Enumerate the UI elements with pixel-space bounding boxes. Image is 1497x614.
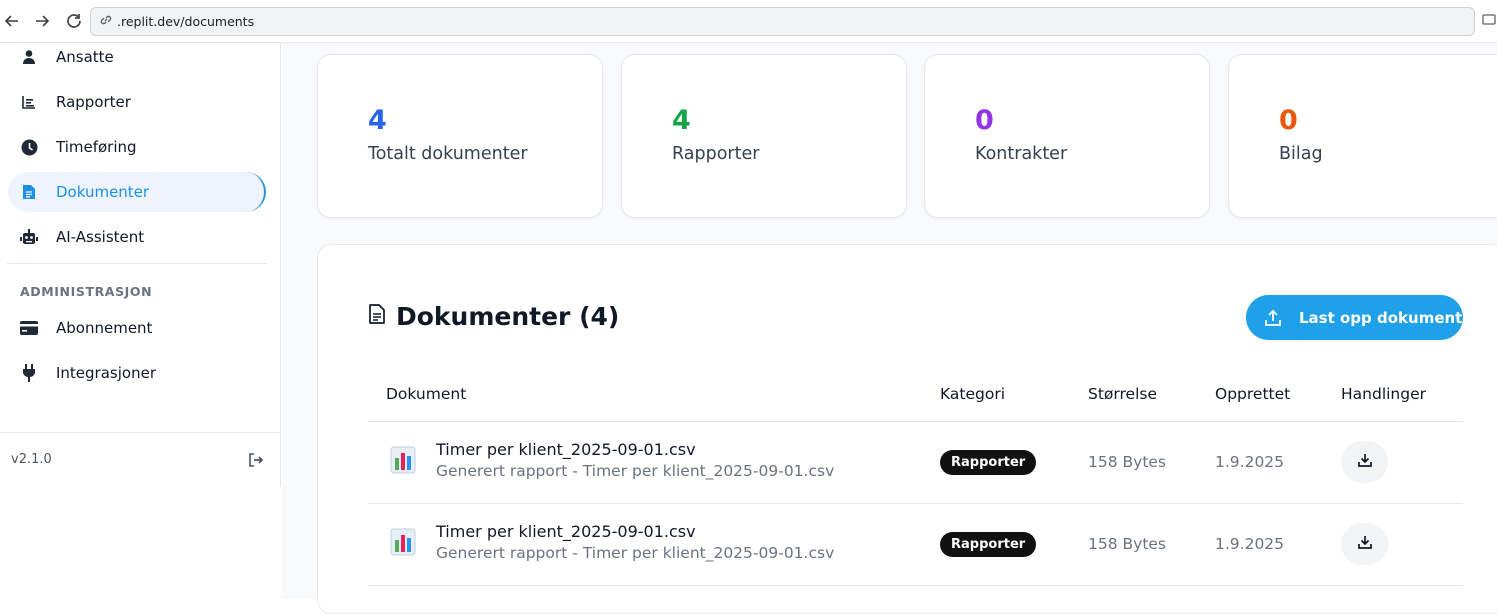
sidebar-item-ai-assistent[interactable]: AI-Assistent [8, 217, 266, 257]
document-name[interactable]: Timer per klient_2025-09-01.csv [436, 440, 696, 459]
upload-button-label: Last opp dokument [1299, 308, 1463, 327]
sidebar-footer-divider [0, 432, 281, 433]
sidebar-item-label: Rapporter [56, 93, 131, 111]
url-text: .replit.dev/documents [117, 14, 255, 29]
sidebar: Ansatte Rapporter Timeføring Dokumenter … [0, 43, 281, 487]
stat-card-bilag: 0 Bilag [1228, 54, 1497, 218]
document-description: Generert rapport - Timer per klient_2025… [436, 462, 835, 480]
robot-icon [20, 228, 38, 246]
plug-icon [20, 364, 38, 382]
download-icon [1357, 452, 1373, 473]
link-icon [99, 13, 113, 30]
table-row[interactable]: Timer per klient_2025-09-01.csv Generert… [368, 422, 1463, 504]
app-version: v2.1.0 [11, 452, 52, 467]
address-bar[interactable]: .replit.dev/documents [90, 7, 1475, 36]
stat-card-rapporter: 4 Rapporter [621, 54, 907, 218]
sidebar-item-timeforing[interactable]: Timeføring [8, 127, 266, 167]
document-outline-icon [368, 304, 386, 329]
stat-card-kontrakter: 0 Kontrakter [924, 54, 1210, 218]
stat-label: Bilag [1279, 144, 1323, 164]
stat-card-total: 4 Totalt dokumenter [317, 54, 603, 218]
upload-document-button[interactable]: Last opp dokument [1246, 295, 1463, 340]
spreadsheet-file-icon [390, 528, 416, 556]
documents-panel: Dokumenter (4) Last opp dokument Dokumen… [317, 244, 1497, 614]
download-button[interactable] [1341, 523, 1388, 565]
document-size: 158 Bytes [1088, 535, 1167, 553]
clock-icon [20, 138, 38, 156]
sidebar-section-label: ADMINISTRASJON [20, 284, 153, 299]
stat-value: 4 [672, 105, 691, 136]
person-icon [20, 48, 38, 66]
column-header-kategori[interactable]: Kategori [940, 385, 1005, 403]
main-content: 4 Totalt dokumenter 4 Rapporter 0 Kontra… [282, 43, 1497, 614]
back-icon[interactable] [0, 9, 24, 33]
sidebar-item-label: Integrasjoner [56, 364, 156, 382]
download-button[interactable] [1341, 441, 1388, 483]
logout-icon[interactable] [248, 453, 264, 467]
download-icon [1357, 534, 1373, 555]
stat-value: 0 [1279, 105, 1298, 136]
sidebar-item-label: Abonnement [56, 319, 153, 337]
sidebar-item-label: Ansatte [56, 48, 114, 66]
cast-icon[interactable] [1482, 13, 1496, 27]
document-icon [20, 183, 38, 201]
sidebar-item-dokumenter[interactable]: Dokumenter [8, 172, 266, 212]
document-description: Generert rapport - Timer per klient_2025… [436, 544, 835, 562]
category-badge: Rapporter [940, 450, 1037, 475]
reload-icon[interactable] [62, 9, 86, 33]
stat-value: 4 [368, 105, 387, 136]
stat-label: Rapporter [672, 144, 760, 164]
document-created: 1.9.2025 [1215, 535, 1285, 553]
documents-heading: Dokumenter (4) [368, 302, 619, 331]
sidebar-item-rapporter[interactable]: Rapporter [8, 82, 266, 122]
sidebar-item-ansatte[interactable]: Ansatte [8, 37, 266, 77]
document-created: 1.9.2025 [1215, 453, 1285, 471]
column-header-dokument[interactable]: Dokument [386, 385, 466, 403]
column-header-opprettet[interactable]: Opprettet [1215, 385, 1290, 403]
stat-label: Kontrakter [975, 144, 1068, 164]
stat-label: Totalt dokumenter [368, 144, 528, 164]
sidebar-item-integrasjoner[interactable]: Integrasjoner [8, 353, 266, 393]
document-name[interactable]: Timer per klient_2025-09-01.csv [436, 522, 696, 541]
spreadsheet-file-icon [390, 446, 416, 474]
table-divider [368, 585, 1463, 586]
stat-value: 0 [975, 105, 994, 136]
sidebar-item-label: Dokumenter [56, 183, 150, 201]
credit-card-icon [20, 319, 38, 337]
sidebar-divider [7, 263, 267, 264]
category-badge: Rapporter [940, 532, 1037, 557]
table-row[interactable]: Timer per klient_2025-09-01.csv Generert… [368, 504, 1463, 586]
sidebar-item-abonnement[interactable]: Abonnement [8, 308, 266, 348]
column-header-storrelse[interactable]: Størrelse [1088, 385, 1157, 403]
column-header-handlinger: Handlinger [1341, 385, 1427, 403]
documents-title: Dokumenter (4) [396, 302, 620, 331]
forward-icon[interactable] [30, 9, 54, 33]
upload-icon [1264, 309, 1282, 327]
bar-chart-icon [20, 93, 38, 111]
document-size: 158 Bytes [1088, 453, 1167, 471]
sidebar-item-label: AI-Assistent [56, 228, 145, 246]
sidebar-item-label: Timeføring [56, 138, 137, 156]
